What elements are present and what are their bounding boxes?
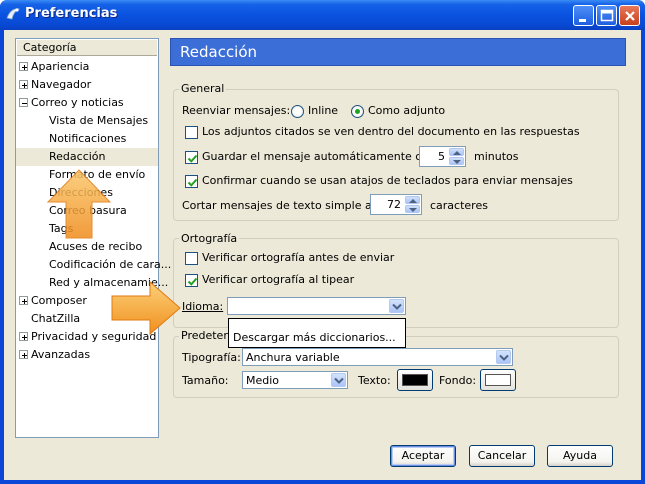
check-icon — [187, 277, 198, 286]
sidebar-item-redaccion[interactable]: Redacción — [16, 148, 158, 166]
sidebar-item-correo-noticias[interactable]: Correo y noticias — [16, 94, 158, 112]
stepper-down-icon[interactable] — [449, 157, 464, 165]
quoted-attachments-label[interactable]: Los adjuntos citados se ven dentro del d… — [202, 125, 580, 139]
help-button[interactable]: Ayuda — [547, 445, 613, 467]
sidebar-item-label: Apariencia — [31, 60, 90, 73]
sidebar-item-label: Navegador — [31, 78, 92, 91]
collapse-minus-icon[interactable] — [19, 98, 28, 107]
text-color-picker[interactable] — [397, 369, 433, 391]
text-color-label: Texto: — [358, 374, 391, 387]
language-select[interactable] — [227, 297, 406, 315]
preferences-window: Preferencias Categoría Apariencia Navega… — [0, 0, 645, 484]
sidebar-item-label: ChatZilla — [31, 312, 81, 325]
autosave-unit: minutos — [474, 150, 519, 163]
spell-before-send-checkbox[interactable] — [185, 252, 198, 265]
language-label: Idioma: — [182, 300, 224, 313]
bg-color-label: Fondo: — [439, 374, 477, 387]
sidebar-item-label: Avanzadas — [31, 348, 91, 361]
panel-header: Redacción — [170, 38, 626, 66]
bg-color-picker[interactable] — [480, 369, 516, 391]
panel-title: Redacción — [180, 43, 258, 61]
spell-before-send-label[interactable]: Verificar ortografía antes de enviar — [202, 251, 394, 265]
stepper-down-icon[interactable] — [405, 205, 420, 213]
spelling-legend: Ortografía — [179, 232, 240, 245]
expand-plus-icon[interactable] — [19, 62, 28, 71]
chevron-down-icon[interactable] — [389, 299, 404, 313]
size-select-value: Medio — [246, 374, 280, 387]
wrap-label: Cortar mensajes de texto simple a los — [182, 199, 391, 212]
sidebar-item-label: Acuses de recibo — [49, 240, 143, 253]
expand-plus-icon[interactable] — [19, 80, 28, 89]
sidebar-item-notificaciones[interactable]: Notificaciones — [16, 130, 158, 148]
title-bar[interactable]: Preferencias — [0, 0, 645, 30]
up-pointer-arrow-icon — [46, 169, 112, 239]
confirm-shortcut-label[interactable]: Confirmar cuando se usan atajos de tecla… — [202, 174, 573, 188]
sidebar-item-label: Codificación de cara... — [49, 258, 172, 271]
maximize-button[interactable] — [596, 5, 617, 26]
check-icon — [187, 154, 198, 163]
quoted-attachments-checkbox[interactable] — [185, 126, 198, 139]
minimize-button[interactable] — [573, 5, 594, 26]
wrap-chars-stepper[interactable]: 72 — [370, 194, 422, 215]
forward-inline-radio[interactable] — [291, 105, 304, 118]
sidebar-item-label: Vista de Mensajes — [49, 114, 149, 127]
bg-color-swatch — [485, 374, 511, 386]
expand-plus-icon[interactable] — [19, 350, 28, 359]
cancel-button[interactable]: Cancelar — [469, 445, 535, 467]
confirm-shortcut-checkbox[interactable] — [185, 175, 198, 188]
text-color-swatch — [402, 374, 428, 386]
sidebar-item-vista-mensajes[interactable]: Vista de Mensajes — [16, 112, 158, 130]
wrap-chars-value: 72 — [387, 198, 401, 211]
sidebar-item-apariencia[interactable]: Apariencia — [16, 58, 158, 76]
autosave-minutes-stepper[interactable]: 5 — [419, 146, 466, 167]
autosave-minutes-value: 5 — [438, 150, 445, 163]
expand-plus-icon[interactable] — [19, 296, 28, 305]
spell-as-type-label[interactable]: Verificar ortografía al tipear — [202, 273, 354, 287]
chevron-down-icon[interactable] — [496, 350, 511, 364]
forward-attach-label[interactable]: Como adjunto — [368, 104, 445, 118]
sidebar-item-label: Composer — [31, 294, 87, 307]
category-header[interactable]: Categoría — [17, 40, 157, 56]
expand-plus-icon[interactable] — [19, 332, 28, 341]
right-pointer-arrow-icon — [111, 280, 181, 336]
size-select[interactable]: Medio — [242, 371, 348, 389]
font-label: Tipografía: — [182, 351, 241, 364]
autosave-checkbox[interactable] — [185, 151, 198, 164]
stepper-up-icon[interactable] — [449, 148, 464, 156]
sidebar-item-avanzadas[interactable]: Avanzadas — [16, 346, 158, 364]
app-icon — [5, 6, 21, 22]
sidebar-item-acuses-recibo[interactable]: Acuses de recibo — [16, 238, 158, 256]
window-title: Preferencias — [25, 6, 118, 21]
forward-inline-label[interactable]: Inline — [308, 104, 338, 118]
sidebar-item-label: Redacción — [49, 150, 106, 163]
wrap-unit: caracteres — [430, 199, 488, 212]
sidebar-item-codificacion[interactable]: Codificación de cara... — [16, 256, 171, 274]
font-select[interactable]: Anchura variable — [242, 348, 513, 366]
font-select-value: Anchura variable — [246, 351, 340, 364]
dialog-body: Categoría Apariencia Navegador Correo y … — [4, 30, 641, 480]
download-dictionaries-option[interactable]: Descargar más diccionarios... — [233, 331, 396, 344]
sidebar-item-label: Notificaciones — [49, 132, 127, 145]
general-legend: General — [179, 82, 227, 95]
sidebar-item-navegador[interactable]: Navegador — [16, 76, 158, 94]
sidebar-item-label: Correo y noticias — [31, 96, 124, 109]
check-icon — [187, 178, 198, 187]
forward-label: Reenviar mensajes: — [182, 104, 291, 117]
spell-as-type-checkbox[interactable] — [185, 274, 198, 287]
size-label: Tamaño: — [182, 374, 229, 387]
accept-button[interactable]: Aceptar — [390, 445, 456, 467]
autosave-label[interactable]: Guardar el mensaje automáticamente cada — [202, 150, 442, 164]
chevron-down-icon[interactable] — [331, 373, 346, 387]
language-dropdown-list[interactable]: Descargar más diccionarios... — [228, 318, 406, 348]
forward-attach-radio[interactable] — [351, 105, 364, 118]
stepper-up-icon[interactable] — [405, 196, 420, 204]
close-button[interactable] — [619, 5, 640, 26]
